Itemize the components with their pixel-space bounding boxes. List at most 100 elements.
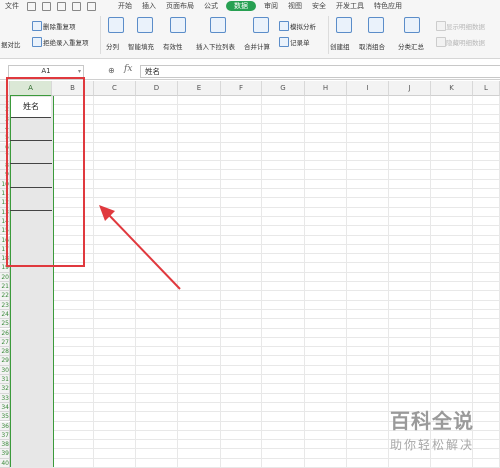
subtotal-icon — [404, 17, 420, 33]
gridline — [10, 401, 500, 403]
column-header-k[interactable]: K — [431, 81, 473, 96]
remove-duplicates-button[interactable]: 删除重复项 — [43, 21, 76, 31]
fx-icon[interactable]: fx — [124, 64, 132, 74]
gridline — [10, 271, 500, 273]
menu-security[interactable]: 安全 — [307, 1, 331, 11]
gridline — [10, 336, 500, 338]
chevron-down-icon[interactable]: ▾ — [78, 66, 81, 77]
column-header-e[interactable]: E — [178, 81, 221, 96]
row-header-25[interactable]: 25 — [0, 319, 10, 329]
column-header-j[interactable]: J — [389, 81, 431, 96]
smart-fill-icon — [137, 17, 153, 33]
column-header-i[interactable]: I — [347, 81, 389, 96]
simulate-icon — [279, 21, 289, 31]
gridline — [10, 308, 500, 310]
ungroup-icon — [368, 17, 384, 33]
row-header-22[interactable]: 22 — [0, 291, 10, 301]
validity-icon — [170, 17, 186, 33]
gridline — [10, 318, 500, 320]
menu-insert[interactable]: 插入 — [137, 1, 161, 11]
row-header-34[interactable]: 34 — [0, 402, 10, 413]
gridline — [10, 392, 500, 394]
gridline — [10, 290, 500, 292]
menu-home[interactable]: 开始 — [113, 1, 137, 11]
row-header-20[interactable]: 20 — [0, 272, 10, 282]
record-form-icon — [279, 37, 289, 47]
menu-page-layout[interactable]: 页面布局 — [161, 1, 199, 11]
watermark-subtitle: 助你轻松解决 — [389, 438, 474, 452]
row-header-21[interactable]: 21 — [0, 282, 10, 292]
annotation-arrow-icon — [99, 205, 181, 290]
reject-duplicates-button[interactable]: 拒绝录入重复项 — [43, 37, 89, 47]
highlight-box — [6, 77, 85, 267]
row-header-36[interactable]: 36 — [0, 421, 10, 431]
undo-icon[interactable] — [72, 1, 81, 11]
row-header-29[interactable]: 29 — [0, 356, 10, 366]
compare-button[interactable]: 据对比 — [1, 39, 21, 49]
row-header-28[interactable]: 28 — [0, 347, 10, 357]
row-header-38[interactable]: 38 — [0, 440, 10, 450]
watermark-title: 百科全说 — [390, 409, 474, 433]
column-header-c[interactable]: C — [94, 81, 136, 96]
insert-dropdown-button[interactable]: 插入下拉列表 — [196, 41, 235, 51]
row-header-26[interactable]: 26 — [0, 328, 10, 338]
hide-detail-button[interactable]: 隐藏明细数据 — [446, 37, 485, 47]
create-group-icon — [336, 17, 352, 33]
gridline — [10, 383, 500, 385]
record-form-button[interactable]: 记录单 — [290, 37, 310, 47]
preview-icon[interactable] — [57, 1, 66, 11]
gridline — [10, 327, 500, 329]
name-box-value: A1 — [41, 67, 51, 75]
row-header-32[interactable]: 32 — [0, 384, 10, 394]
row-header-33[interactable]: 33 — [0, 393, 10, 403]
menu-developer[interactable]: 开发工具 — [331, 1, 369, 11]
menu-special[interactable]: 特色应用 — [369, 1, 407, 11]
hide-detail-icon — [436, 37, 446, 47]
menu-data[interactable]: 数据 — [226, 1, 256, 11]
row-header-30[interactable]: 30 — [0, 365, 10, 375]
row-header-27[interactable]: 27 — [0, 337, 10, 348]
column-header-h[interactable]: H — [305, 81, 347, 96]
menu-review[interactable]: 审阅 — [259, 1, 283, 11]
save-icon[interactable] — [27, 1, 36, 11]
row-header-37[interactable]: 37 — [0, 430, 10, 441]
column-header-g[interactable]: G — [262, 81, 305, 96]
gridline — [10, 346, 500, 348]
menu-formula[interactable]: 公式 — [199, 1, 223, 11]
row-header-23[interactable]: 23 — [0, 300, 10, 310]
row-header-39[interactable]: 39 — [0, 449, 10, 459]
row-header-24[interactable]: 24 — [0, 309, 10, 320]
dropdown-list-icon — [210, 17, 226, 33]
simulate-analysis-button[interactable]: 模拟分析 — [290, 21, 316, 31]
validity-button[interactable]: 有效性 — [163, 41, 183, 51]
merge-calc-icon — [253, 17, 269, 33]
row-header-31[interactable]: 31 — [0, 375, 10, 385]
menu-view[interactable]: 视图 — [283, 1, 307, 11]
gridline — [10, 374, 500, 375]
show-detail-button[interactable]: 显示明细数据 — [446, 21, 485, 31]
column-header-l[interactable]: L — [473, 81, 500, 96]
print-icon[interactable] — [42, 1, 51, 11]
watermark: 百科全说 助你轻松解决 — [372, 405, 492, 453]
create-group-button[interactable]: 创建组 — [330, 41, 350, 51]
redo-icon[interactable] — [87, 1, 96, 11]
column-header-f[interactable]: F — [221, 81, 262, 96]
menu-file[interactable]: 文件 — [0, 1, 24, 11]
zoom-icon[interactable]: ⊕ — [108, 66, 115, 75]
ungroup-button[interactable]: 取消组合 — [359, 41, 385, 51]
subtotal-button[interactable]: 分类汇总 — [398, 41, 424, 51]
split-column-icon — [108, 17, 124, 33]
gridline — [10, 457, 500, 459]
split-column-button[interactable]: 分列 — [106, 41, 119, 51]
formula-input[interactable]: 姓名 — [140, 65, 500, 78]
gridline — [10, 299, 500, 301]
gridline — [10, 355, 500, 357]
menu-bar: 文件 开始 插入 页面布局 公式 数据 审阅 视图 安全 开发工具 特色应用 — [0, 0, 500, 12]
merge-calc-button[interactable]: 合并计算 — [244, 41, 270, 51]
row-header-35[interactable]: 35 — [0, 412, 10, 422]
ribbon: 据对比 删除重复项 拒绝录入重复项 分列 智能填充 有效性 插入下拉列表 合并计… — [0, 12, 500, 59]
gridline — [10, 281, 500, 282]
show-detail-icon — [436, 21, 446, 31]
smart-fill-button[interactable]: 智能填充 — [128, 41, 154, 51]
column-header-d[interactable]: D — [136, 81, 178, 96]
